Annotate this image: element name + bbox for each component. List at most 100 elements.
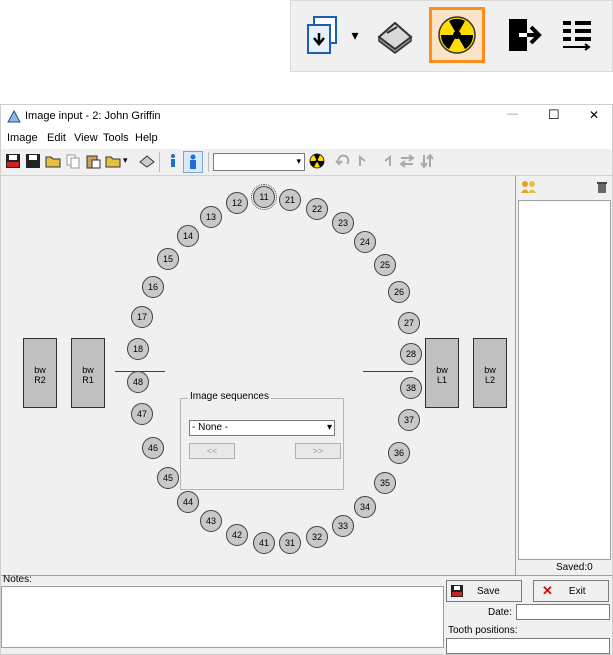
close-button[interactable]: ✕ [589, 108, 599, 122]
tooth-22[interactable]: 22 [306, 198, 328, 220]
save-button[interactable]: Save [446, 580, 522, 602]
tooth-47[interactable]: 47 [131, 403, 153, 425]
bottom-panel: Notes: Save ✕ Exit Date: Tooth positions… [1, 574, 612, 654]
toolbar-combo[interactable]: ▾ [213, 153, 305, 171]
bitewing-l2-label: bw L2 [484, 365, 496, 385]
tooth-positions-field[interactable] [446, 638, 610, 654]
save-as-icon[interactable] [25, 153, 41, 169]
app-triangle-icon [7, 110, 21, 123]
folder-dropdown-icon[interactable]: ▾ [123, 155, 128, 166]
flip-v-icon[interactable] [377, 153, 393, 169]
notes-label: Notes: [3, 574, 32, 585]
bitewing-r2-label: bw R2 [34, 365, 46, 385]
xray-small-icon[interactable] [309, 153, 325, 169]
notes-textarea[interactable] [1, 586, 444, 648]
sequence-prev-button[interactable]: << [189, 443, 235, 459]
tooth-35[interactable]: 35 [374, 472, 396, 494]
select-arrow-icon: ▾ [326, 422, 332, 433]
scanner-small-icon[interactable] [139, 153, 155, 169]
list-sort-icon[interactable] [553, 11, 601, 59]
tooth-46[interactable]: 46 [142, 437, 164, 459]
save-label: Save [477, 585, 500, 597]
exit-label: Exit [568, 585, 586, 597]
tooth-18[interactable]: 18 [127, 338, 149, 360]
exit-x-icon: ✕ [542, 583, 553, 598]
bitewing-l1-label: bw L1 [436, 365, 448, 385]
tooth-41[interactable]: 41 [253, 532, 275, 554]
person-large-toggle[interactable] [183, 151, 203, 173]
image-input-window: Image input - 2: John Griffin — ☐ ✕ Imag… [0, 104, 613, 655]
tooth-36[interactable]: 36 [388, 442, 410, 464]
person-small-icon[interactable] [165, 153, 181, 169]
menu-view[interactable]: View [74, 132, 98, 144]
tooth-27[interactable]: 27 [398, 312, 420, 334]
trash-icon[interactable] [596, 180, 608, 194]
rotate-left-icon[interactable] [335, 153, 351, 169]
paste-icon[interactable] [85, 153, 101, 169]
copy-icon[interactable] [65, 153, 81, 169]
zoomed-toolbar: ▾ [290, 0, 613, 72]
bitewing-l1[interactable]: bw L1 [425, 338, 459, 408]
combo-arrow-icon: ▾ [296, 156, 301, 166]
tooth-17[interactable]: 17 [131, 306, 153, 328]
exit-arrow-icon[interactable] [501, 11, 549, 59]
tooth-45[interactable]: 45 [157, 467, 179, 489]
tooth-11[interactable]: 11 [251, 184, 277, 210]
menu-bar: Image Edit View Tools Help [1, 129, 612, 149]
open-folder-icon[interactable] [45, 153, 61, 169]
menu-tools[interactable]: Tools [103, 132, 129, 144]
bitewing-r1-label: bw R1 [82, 365, 94, 385]
tooth-34[interactable]: 34 [354, 496, 376, 518]
bitewing-r2[interactable]: bw R2 [23, 338, 57, 408]
date-label: Date: [488, 607, 512, 618]
tooth-31[interactable]: 31 [279, 532, 301, 554]
exit-button[interactable]: ✕ Exit [533, 580, 609, 602]
tooth-38[interactable]: 38 [400, 377, 422, 399]
save-icon[interactable] [5, 153, 21, 169]
scanner-icon[interactable] [371, 11, 419, 59]
image-sequence-select[interactable]: - None - ▾ [189, 420, 335, 436]
swap-h-icon[interactable] [399, 153, 415, 169]
flip-h-icon[interactable] [357, 153, 373, 169]
tooth-positions-label: Tooth positions: [448, 625, 518, 636]
minimize-button[interactable]: — [507, 108, 518, 120]
bitewing-r1[interactable]: bw R1 [71, 338, 105, 408]
tooth-25[interactable]: 25 [374, 254, 396, 276]
tooth-15[interactable]: 15 [157, 248, 179, 270]
tooth-16[interactable]: 16 [142, 276, 164, 298]
tooth-14[interactable]: 14 [177, 225, 199, 247]
tooth-32[interactable]: 32 [306, 526, 328, 548]
image-list[interactable] [518, 200, 611, 560]
maximize-button[interactable]: ☐ [548, 107, 560, 123]
tooth-21[interactable]: 21 [279, 189, 301, 211]
tooth-43[interactable]: 43 [200, 510, 222, 532]
menu-image[interactable]: Image [7, 132, 38, 144]
tooth-13[interactable]: 13 [200, 206, 222, 228]
tooth-24[interactable]: 24 [354, 231, 376, 253]
dropdown-glyph: ▾ [351, 26, 359, 43]
folder-icon[interactable] [105, 153, 121, 169]
sequence-next-button[interactable]: >> [295, 443, 341, 459]
tooth-28[interactable]: 28 [400, 343, 422, 365]
xray-icon[interactable] [429, 7, 485, 63]
import-icon[interactable] [299, 11, 347, 59]
menu-help[interactable]: Help [135, 132, 158, 144]
users-icon[interactable] [520, 180, 538, 194]
tooth-12[interactable]: 12 [226, 192, 248, 214]
dropdown-arrow-icon[interactable]: ▾ [345, 11, 365, 59]
window-title: Image input - 2: John Griffin [25, 110, 161, 122]
image-sequences-legend: Image sequences [188, 391, 271, 402]
tooth-42[interactable]: 42 [226, 524, 248, 546]
tooth-33[interactable]: 33 [332, 515, 354, 537]
tooth-44[interactable]: 44 [177, 491, 199, 513]
tooth-23[interactable]: 23 [332, 212, 354, 234]
swap-v-icon[interactable] [419, 153, 435, 169]
tooth-37[interactable]: 37 [398, 409, 420, 431]
image-sequences-group: Image sequences - None - ▾ << >> [180, 391, 344, 490]
date-field[interactable] [516, 604, 610, 620]
menu-edit[interactable]: Edit [47, 132, 66, 144]
title-bar: Image input - 2: John Griffin — ☐ ✕ [1, 105, 612, 129]
tooth-48[interactable]: 48 [127, 371, 149, 393]
tooth-26[interactable]: 26 [388, 281, 410, 303]
bitewing-l2[interactable]: bw L2 [473, 338, 507, 408]
